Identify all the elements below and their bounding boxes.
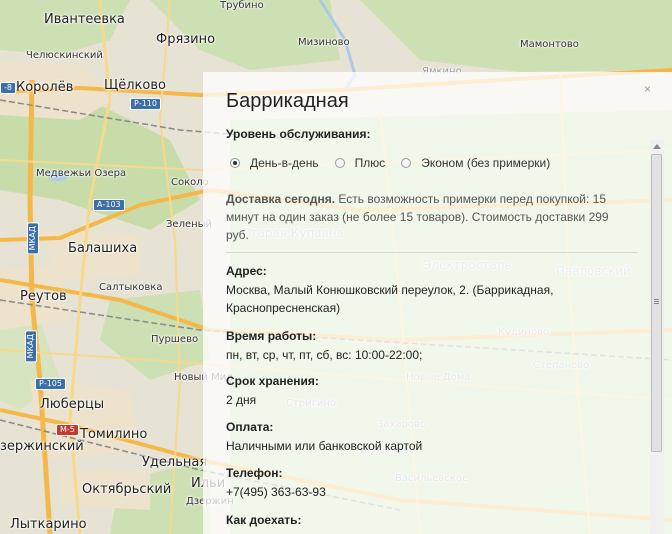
map-place-label: Балашиха (68, 241, 138, 256)
map-place-label: Лыткарино (10, 517, 87, 532)
road-shield: Р-110 (130, 98, 161, 110)
pickup-point-popup: Баррикадная × Уровень обслуживания: День… (203, 72, 668, 534)
delivery-info: Доставка сегодня. Есть возможность приме… (226, 190, 626, 244)
map-place-label: Люберцы (40, 397, 105, 412)
road-shield: -8 (0, 82, 16, 94)
road-shield: М-5 (56, 424, 79, 436)
thumb-grip (654, 303, 659, 304)
map-place-label: Реутов (20, 289, 67, 304)
road-shield: МКАД (25, 330, 37, 363)
option-plus[interactable]: Плюс (334, 156, 386, 170)
option-economy-label[interactable]: Эконом (без примерки) (421, 156, 550, 170)
road-shield: А-103 (93, 199, 125, 211)
radio-economy[interactable] (401, 158, 412, 168)
delivery-lead: Доставка сегодня. (226, 192, 336, 206)
storage-value: 2 дня (226, 393, 257, 407)
map-place-label: Щёлково (104, 78, 166, 93)
map-place-label: Фрязино (156, 32, 216, 47)
route-label: Как доехать: (226, 513, 302, 527)
map-place-label: Октябрьский (82, 482, 172, 497)
road-shield: Р-105 (35, 378, 66, 390)
service-level-label: Уровень обслуживания: (226, 127, 371, 141)
phone-label: Телефон: (226, 466, 283, 480)
map-place-label: зержинский (0, 439, 84, 454)
service-level-options: День-в-день Плюс Эконом (без примерки) (230, 156, 566, 170)
map-place-label: Королёв (16, 80, 74, 95)
close-icon[interactable]: × (644, 82, 651, 96)
payment-value: Наличными или банковской картой (226, 439, 423, 453)
payment-label: Оплата: (226, 420, 274, 434)
radio-plus[interactable] (334, 158, 345, 168)
scrollbar-thumb[interactable] (651, 154, 662, 452)
option-economy[interactable]: Эконом (без примерки) (401, 156, 550, 170)
address-value: Москва, Малый Конюшковский переулок, 2. … (226, 283, 554, 315)
option-plus-label[interactable]: Плюс (355, 156, 386, 170)
hours-value: пн, вт, ср, чт, пт, сб, вс: 10:00-22:00; (226, 348, 423, 362)
road-shield: МКАД (27, 222, 39, 255)
popup-title: Баррикадная (226, 90, 349, 112)
map-place-label: Ивантеевка (44, 12, 125, 27)
address-label: Адрес: (226, 264, 267, 278)
thumb-grip (654, 299, 659, 300)
map-place-label: Пуршево (151, 334, 199, 345)
storage-label: Срок хранения: (226, 374, 319, 388)
option-same-day-label[interactable]: День-в-день (250, 156, 319, 170)
popup-scrollbar[interactable] (650, 140, 664, 534)
map-place-label: Мамонтово (520, 39, 579, 50)
map-place-label: Медвежьи Озера (36, 168, 127, 179)
map-place-label: Челюскинский (26, 50, 103, 61)
map-place-label: Трубино (220, 0, 264, 11)
map-place-label: Удельная (142, 455, 208, 470)
scroll-up-arrow-icon[interactable] (653, 144, 661, 149)
radio-same-day[interactable] (230, 158, 240, 168)
map-place-label: Салтыковка (99, 282, 163, 293)
phone-value: +7(495) 363-63-93 (226, 485, 326, 499)
map-place-label: Томилино (80, 427, 148, 442)
option-same-day[interactable]: День-в-день (230, 156, 319, 170)
divider (226, 252, 638, 253)
hours-label: Время работы: (226, 329, 317, 343)
map-place-label: Мизиново (298, 37, 350, 48)
thumb-grip (654, 301, 659, 302)
